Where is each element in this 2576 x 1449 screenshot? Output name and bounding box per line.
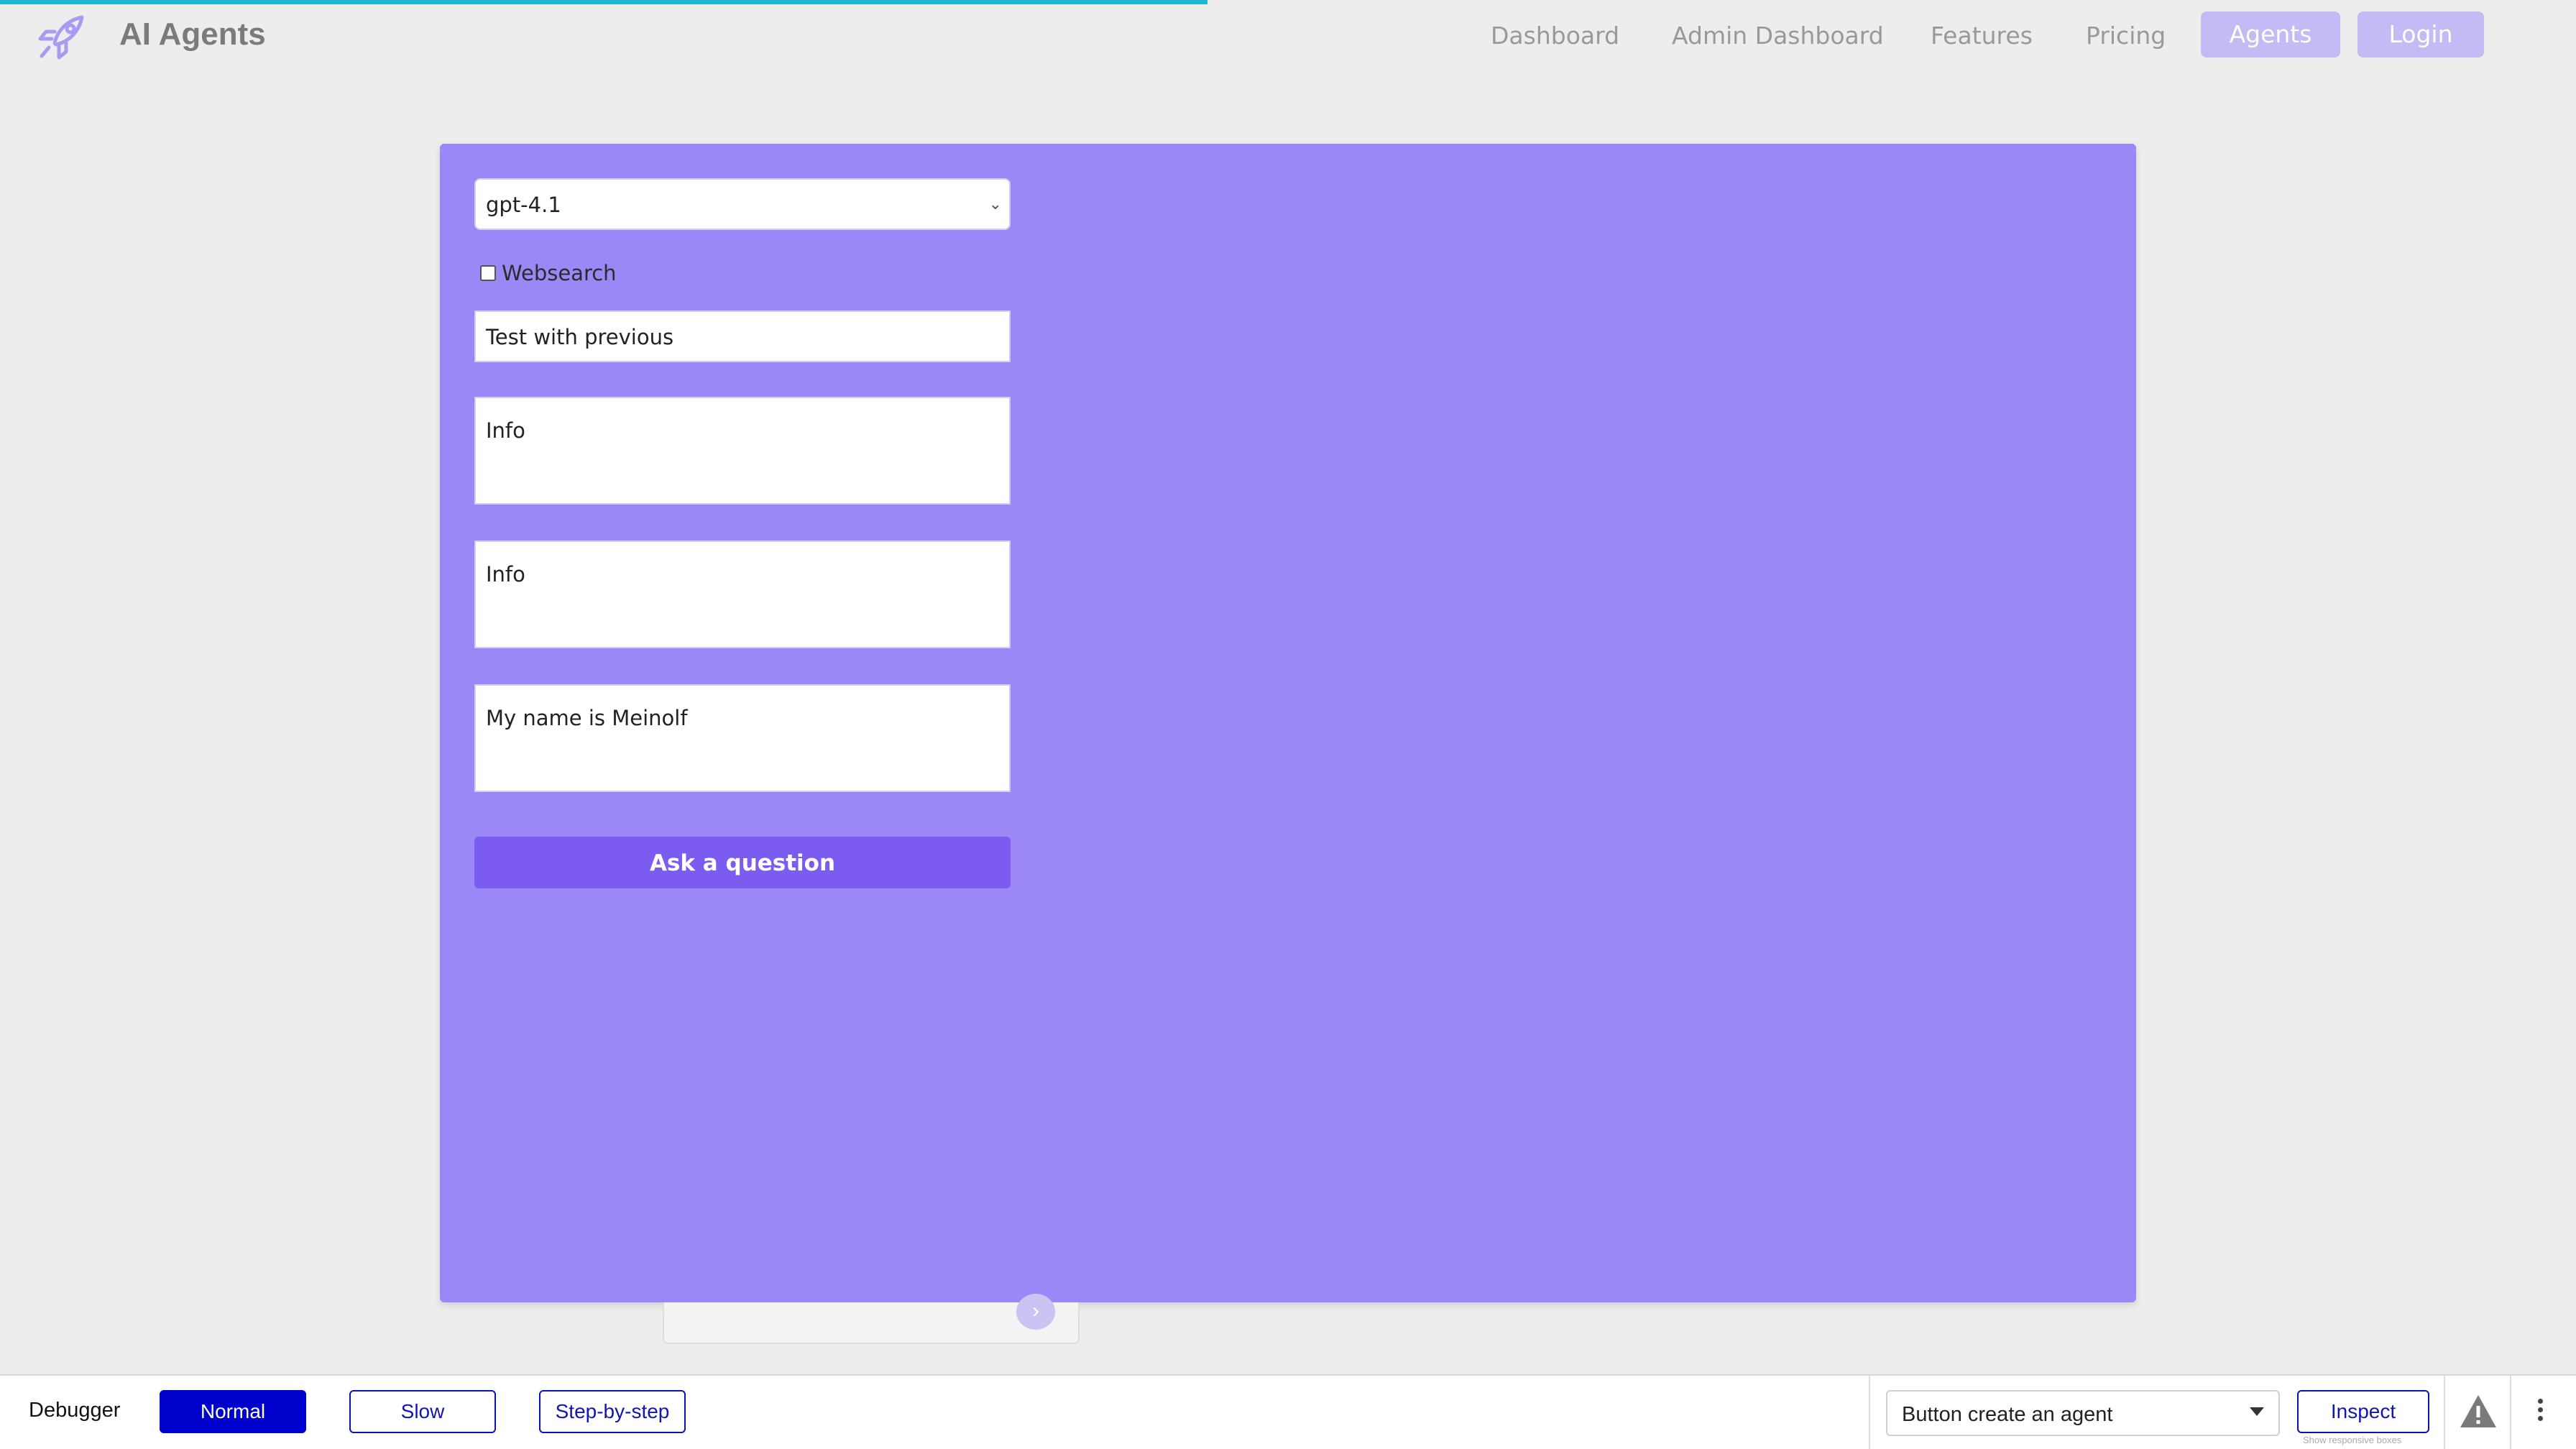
info-textarea-2[interactable]: Info xyxy=(474,540,1011,648)
warning-icon[interactable] xyxy=(2458,1393,2498,1430)
ask-question-button[interactable]: Ask a question xyxy=(474,837,1011,888)
divider xyxy=(1869,1376,1870,1449)
brand-title[interactable]: AI Agents xyxy=(119,13,266,56)
model-select[interactable]: gpt-4.1 ⌄ xyxy=(474,178,1011,230)
nav-dashboard[interactable]: Dashboard xyxy=(1491,17,1619,55)
loading-progress-bar xyxy=(0,0,1208,4)
caret-down-icon xyxy=(2250,1407,2264,1416)
divider xyxy=(2510,1376,2511,1449)
element-select[interactable]: Button create an agent xyxy=(1886,1390,2280,1436)
debug-step-button[interactable]: Step-by-step xyxy=(539,1390,686,1433)
info-textarea-1-value: Info xyxy=(486,418,525,443)
nav-pricing[interactable]: Pricing xyxy=(2086,17,2166,55)
more-options-icon[interactable] xyxy=(2536,1399,2544,1427)
model-select-value: gpt-4.1 xyxy=(486,193,561,217)
title-input-value: Test with previous xyxy=(486,325,674,349)
websearch-option[interactable]: Websearch xyxy=(480,259,617,288)
nav-features[interactable]: Features xyxy=(1931,17,2033,55)
login-button[interactable]: Login xyxy=(2358,12,2484,58)
message-textarea[interactable]: My name is Meinolf xyxy=(474,684,1011,792)
debug-normal-button[interactable]: Normal xyxy=(160,1390,306,1433)
info-textarea-1[interactable]: Info xyxy=(474,397,1011,505)
message-textarea-value: My name is Meinolf xyxy=(486,706,688,730)
chevron-down-icon: ⌄ xyxy=(988,196,1002,213)
title-input[interactable]: Test with previous xyxy=(474,310,1011,362)
info-textarea-2-value: Info xyxy=(486,562,525,586)
divider xyxy=(2444,1376,2445,1449)
debugger-label: Debugger xyxy=(29,1399,121,1422)
rocket-icon[interactable] xyxy=(33,10,89,65)
websearch-checkbox[interactable] xyxy=(480,265,496,281)
debug-slow-button[interactable]: Slow xyxy=(349,1390,496,1433)
element-select-value: Button create an agent xyxy=(1902,1403,2113,1426)
responsive-boxes-hint[interactable]: Show responsive boxes xyxy=(2303,1435,2401,1445)
websearch-label: Websearch xyxy=(502,261,617,285)
chevron-right-icon[interactable]: › xyxy=(1016,1294,1055,1330)
nav-admin-dashboard[interactable]: Admin Dashboard xyxy=(1672,17,1884,55)
inspect-button[interactable]: Inspect xyxy=(2297,1390,2429,1433)
agents-button[interactable]: Agents xyxy=(2201,12,2340,58)
